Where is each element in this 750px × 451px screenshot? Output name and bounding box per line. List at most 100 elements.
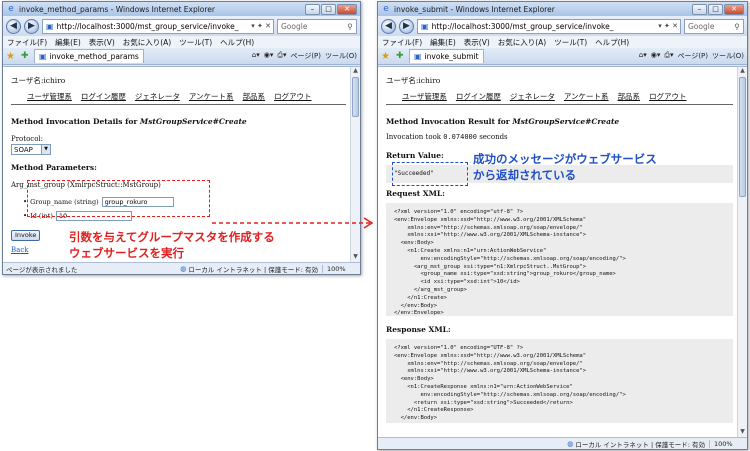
minimize-button[interactable]: – bbox=[305, 3, 320, 15]
refresh-stop-icons[interactable]: ▾ ✦ ✕ bbox=[249, 20, 273, 33]
maximize-button[interactable]: □ bbox=[321, 3, 336, 15]
forward-arrow-icon[interactable]: ▶ bbox=[399, 18, 414, 34]
refresh-stop-icons[interactable]: ▾ ✦ ✕ bbox=[656, 20, 680, 33]
nav-login-history[interactable]: ログイン履歴 bbox=[81, 91, 126, 102]
nav-logout[interactable]: ログアウト bbox=[649, 91, 687, 102]
add-favorite-icon[interactable]: ✚ bbox=[396, 51, 406, 61]
tab-label: invoke_submit bbox=[424, 52, 479, 61]
maximize-button[interactable]: □ bbox=[708, 3, 723, 15]
request-xml-label: Request XML: bbox=[386, 189, 445, 198]
scroll-down-icon[interactable]: ▼ bbox=[351, 253, 360, 262]
home-icon[interactable]: ⌂▾ bbox=[639, 51, 647, 61]
close-button[interactable]: ✕ bbox=[724, 3, 744, 15]
menu-edit[interactable]: 編集(E) bbox=[430, 37, 456, 48]
back-arrow-icon[interactable]: ◀ bbox=[381, 18, 396, 34]
scroll-up-icon[interactable]: ▲ bbox=[738, 67, 747, 76]
protocol-label: Protocol: bbox=[11, 135, 44, 143]
annotation-blue-line2: から返却されている bbox=[473, 168, 577, 182]
page-icon: ▣ bbox=[414, 52, 422, 61]
nav-user-admin[interactable]: ユーザ管理系 bbox=[27, 91, 72, 102]
scroll-up-icon[interactable]: ▲ bbox=[351, 67, 360, 76]
nav-survey[interactable]: アンケート系 bbox=[189, 91, 234, 102]
favorites-star-icon[interactable]: ★ bbox=[6, 51, 18, 62]
scroll-down-icon[interactable]: ▼ bbox=[738, 428, 747, 437]
annotation-red-line1: 引数を与えてグループマスタを作成する bbox=[69, 230, 275, 244]
print-icon[interactable]: ⎙▾ bbox=[664, 51, 673, 61]
search-box[interactable]: Google ⚲ bbox=[684, 18, 744, 34]
menu-file[interactable]: ファイル(F) bbox=[382, 37, 422, 48]
menu-view[interactable]: 表示(V) bbox=[464, 37, 490, 48]
site-nav: ユーザ管理系 ログイン履歴 ジェネレータ アンケート系 部品系 ログアウト bbox=[386, 88, 733, 105]
nav-survey[interactable]: アンケート系 bbox=[564, 91, 609, 102]
favorites-star-icon[interactable]: ★ bbox=[381, 51, 393, 62]
menu-favorites[interactable]: お気に入り(A) bbox=[123, 37, 171, 48]
search-box[interactable]: Google ⚲ bbox=[277, 18, 357, 34]
scroll-thumb[interactable] bbox=[352, 77, 359, 117]
close-button[interactable]: ✕ bbox=[337, 3, 357, 15]
minimize-button[interactable]: – bbox=[692, 3, 707, 15]
response-xml-box: <?xml version="1.0" encoding="UTF-8" ?> … bbox=[386, 339, 733, 423]
zoom-level[interactable]: 100% bbox=[322, 264, 360, 273]
menu-bar: ファイル(F) 編集(E) 表示(V) お気に入り(A) ツール(T) ヘルプ(… bbox=[3, 36, 360, 48]
globe-icon: ◍ bbox=[180, 264, 187, 273]
tab-invoke-submit[interactable]: ▣ invoke_submit bbox=[409, 49, 484, 63]
scroll-thumb[interactable] bbox=[739, 77, 746, 197]
menu-bar: ファイル(F) 編集(E) 表示(V) お気に入り(A) ツール(T) ヘルプ(… bbox=[378, 36, 747, 48]
search-placeholder: Google bbox=[688, 21, 715, 31]
nav-parts[interactable]: 部品系 bbox=[243, 91, 266, 102]
page-heading: Method Invocation Details for MstGroupSe… bbox=[11, 117, 247, 126]
search-icon[interactable]: ⚲ bbox=[731, 20, 743, 33]
protocol-select[interactable]: SOAP ▼ bbox=[11, 144, 51, 155]
address-bar[interactable]: ▣ http://localhost:3000/mst_group_servic… bbox=[417, 18, 681, 34]
scrollbar[interactable]: ▲ ▼ bbox=[350, 67, 360, 262]
nav-login-history[interactable]: ログイン履歴 bbox=[456, 91, 501, 102]
print-icon[interactable]: ⎙▾ bbox=[277, 51, 286, 61]
add-favorite-icon[interactable]: ✚ bbox=[21, 51, 31, 61]
scrollbar[interactable]: ▲ ▼ bbox=[737, 67, 747, 437]
menu-help[interactable]: ヘルプ(H) bbox=[220, 37, 254, 48]
annotation-blue-line1: 成功のメッセージがウェブサービス bbox=[473, 152, 657, 166]
tools-menu[interactable]: ツール(O) bbox=[712, 51, 744, 61]
menu-file[interactable]: ファイル(F) bbox=[7, 37, 47, 48]
address-text: http://localhost:3000/mst_group_service/… bbox=[56, 21, 239, 31]
tab-invoke-method-params[interactable]: ▣ invoke_method_params bbox=[34, 49, 144, 63]
tools-menu[interactable]: ツール(O) bbox=[325, 51, 357, 61]
tab-bar: ★ ✚ ▣ invoke_submit ⌂▾ ◉▾ ⎙▾ ページ(P) ツール(… bbox=[378, 48, 747, 65]
home-icon[interactable]: ⌂▾ bbox=[252, 51, 260, 61]
menu-view[interactable]: 表示(V) bbox=[89, 37, 115, 48]
nav-generator[interactable]: ジェネレータ bbox=[135, 91, 180, 102]
page-menu[interactable]: ページ(P) bbox=[290, 51, 321, 61]
nav-parts[interactable]: 部品系 bbox=[618, 91, 641, 102]
feed-icon[interactable]: ◉▾ bbox=[651, 51, 661, 61]
menu-edit[interactable]: 編集(E) bbox=[55, 37, 81, 48]
search-icon[interactable]: ⚲ bbox=[344, 20, 356, 33]
zoom-level[interactable]: 100% bbox=[709, 439, 747, 448]
menu-help[interactable]: ヘルプ(H) bbox=[595, 37, 629, 48]
menu-tools[interactable]: ツール(T) bbox=[179, 37, 212, 48]
invoke-button[interactable]: Invoke bbox=[11, 230, 41, 241]
title-bar: e invoke_method_params - Windows Interne… bbox=[3, 2, 360, 16]
forward-arrow-icon[interactable]: ▶ bbox=[24, 18, 39, 34]
flow-arrow bbox=[212, 217, 374, 229]
menu-tools[interactable]: ツール(T) bbox=[554, 37, 587, 48]
status-bar: ページが表示されました ◍ ローカル イントラネット | 保護モード: 有効 10… bbox=[3, 262, 360, 274]
chevron-down-icon: ▼ bbox=[41, 145, 50, 154]
user-name: ユーザ名:ichiro bbox=[11, 76, 66, 85]
address-bar[interactable]: ▣ http://localhost:3000/mst_group_servic… bbox=[42, 18, 274, 34]
window-title: invoke_submit - Windows Internet Explore… bbox=[394, 4, 555, 14]
back-arrow-icon[interactable]: ◀ bbox=[6, 18, 21, 34]
status-bar: ◍ ローカル イントラネット | 保護モード: 有効 100% bbox=[378, 437, 747, 449]
user-name: ユーザ名:ichiro bbox=[386, 76, 441, 85]
page-heading: Method Invocation Result for MstGroupSer… bbox=[386, 117, 620, 126]
page-menu[interactable]: ページ(P) bbox=[677, 51, 708, 61]
tab-bar: ★ ✚ ▣ invoke_method_params ⌂▾ ◉▾ ⎙▾ ページ(… bbox=[3, 48, 360, 65]
search-placeholder: Google bbox=[281, 21, 308, 31]
menu-favorites[interactable]: お気に入り(A) bbox=[498, 37, 546, 48]
globe-icon: ◍ bbox=[567, 439, 574, 448]
request-xml-box: <?xml version="1.0" encoding="utf-8" ?> … bbox=[386, 203, 733, 316]
feed-icon[interactable]: ◉▾ bbox=[264, 51, 274, 61]
nav-generator[interactable]: ジェネレータ bbox=[510, 91, 555, 102]
nav-logout[interactable]: ログアウト bbox=[274, 91, 312, 102]
site-nav: ユーザ管理系 ログイン履歴 ジェネレータ アンケート系 部品系 ログアウト bbox=[11, 88, 346, 105]
nav-user-admin[interactable]: ユーザ管理系 bbox=[402, 91, 447, 102]
